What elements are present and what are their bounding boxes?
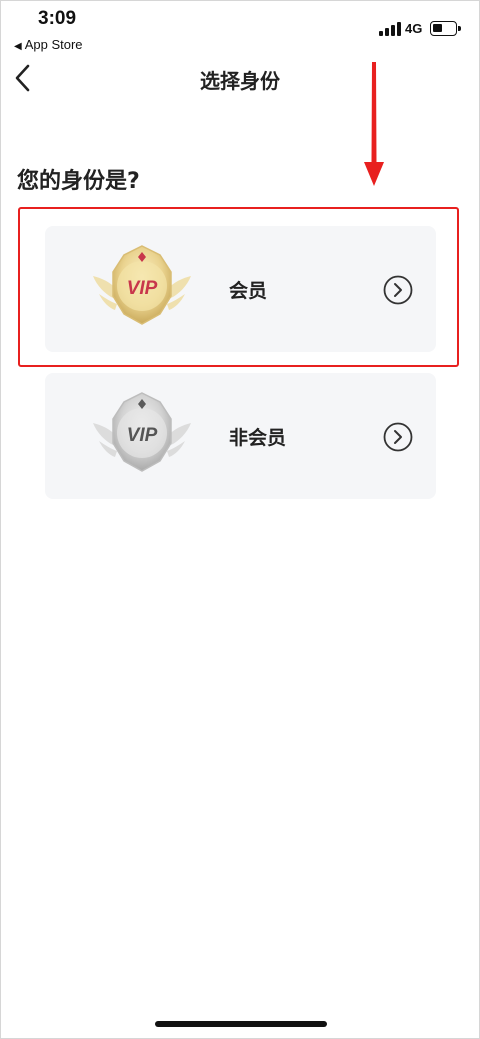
non-member-arrow-button[interactable] xyxy=(383,422,413,452)
non-member-label: 非会员 xyxy=(229,427,287,449)
back-triangle-icon: ◀ xyxy=(14,41,22,52)
badge-text: VIP xyxy=(127,278,158,299)
vip-silver-badge-icon: VIP xyxy=(93,392,191,472)
battery-icon xyxy=(430,21,461,36)
status-bar: 3:09 ◀ App Store 4G xyxy=(0,0,480,56)
non-member-option-card[interactable]: VIP 非会员 xyxy=(45,373,436,499)
vip-gold-badge-icon: VIP xyxy=(93,245,191,325)
home-indicator[interactable] xyxy=(155,1021,327,1027)
back-to-app-link[interactable]: ◀ App Store xyxy=(14,37,83,52)
screen-border xyxy=(0,0,480,1039)
navigation-bar: 选择身份 xyxy=(0,56,480,100)
status-time: 3:09 xyxy=(38,8,77,29)
cellular-signal-icon xyxy=(379,22,401,36)
page-title: 选择身份 xyxy=(200,69,280,93)
chevron-right-circle-icon xyxy=(383,275,413,305)
member-option-card[interactable]: VIP 会员 xyxy=(45,226,436,352)
network-type-label: 4G xyxy=(405,21,423,36)
member-label: 会员 xyxy=(229,280,268,302)
chevron-right-circle-icon xyxy=(383,422,413,452)
back-app-label: App Store xyxy=(24,37,83,52)
member-arrow-button[interactable] xyxy=(383,275,413,305)
badge-text: VIP xyxy=(127,425,158,446)
identity-question: 您的身份是? xyxy=(17,169,140,194)
